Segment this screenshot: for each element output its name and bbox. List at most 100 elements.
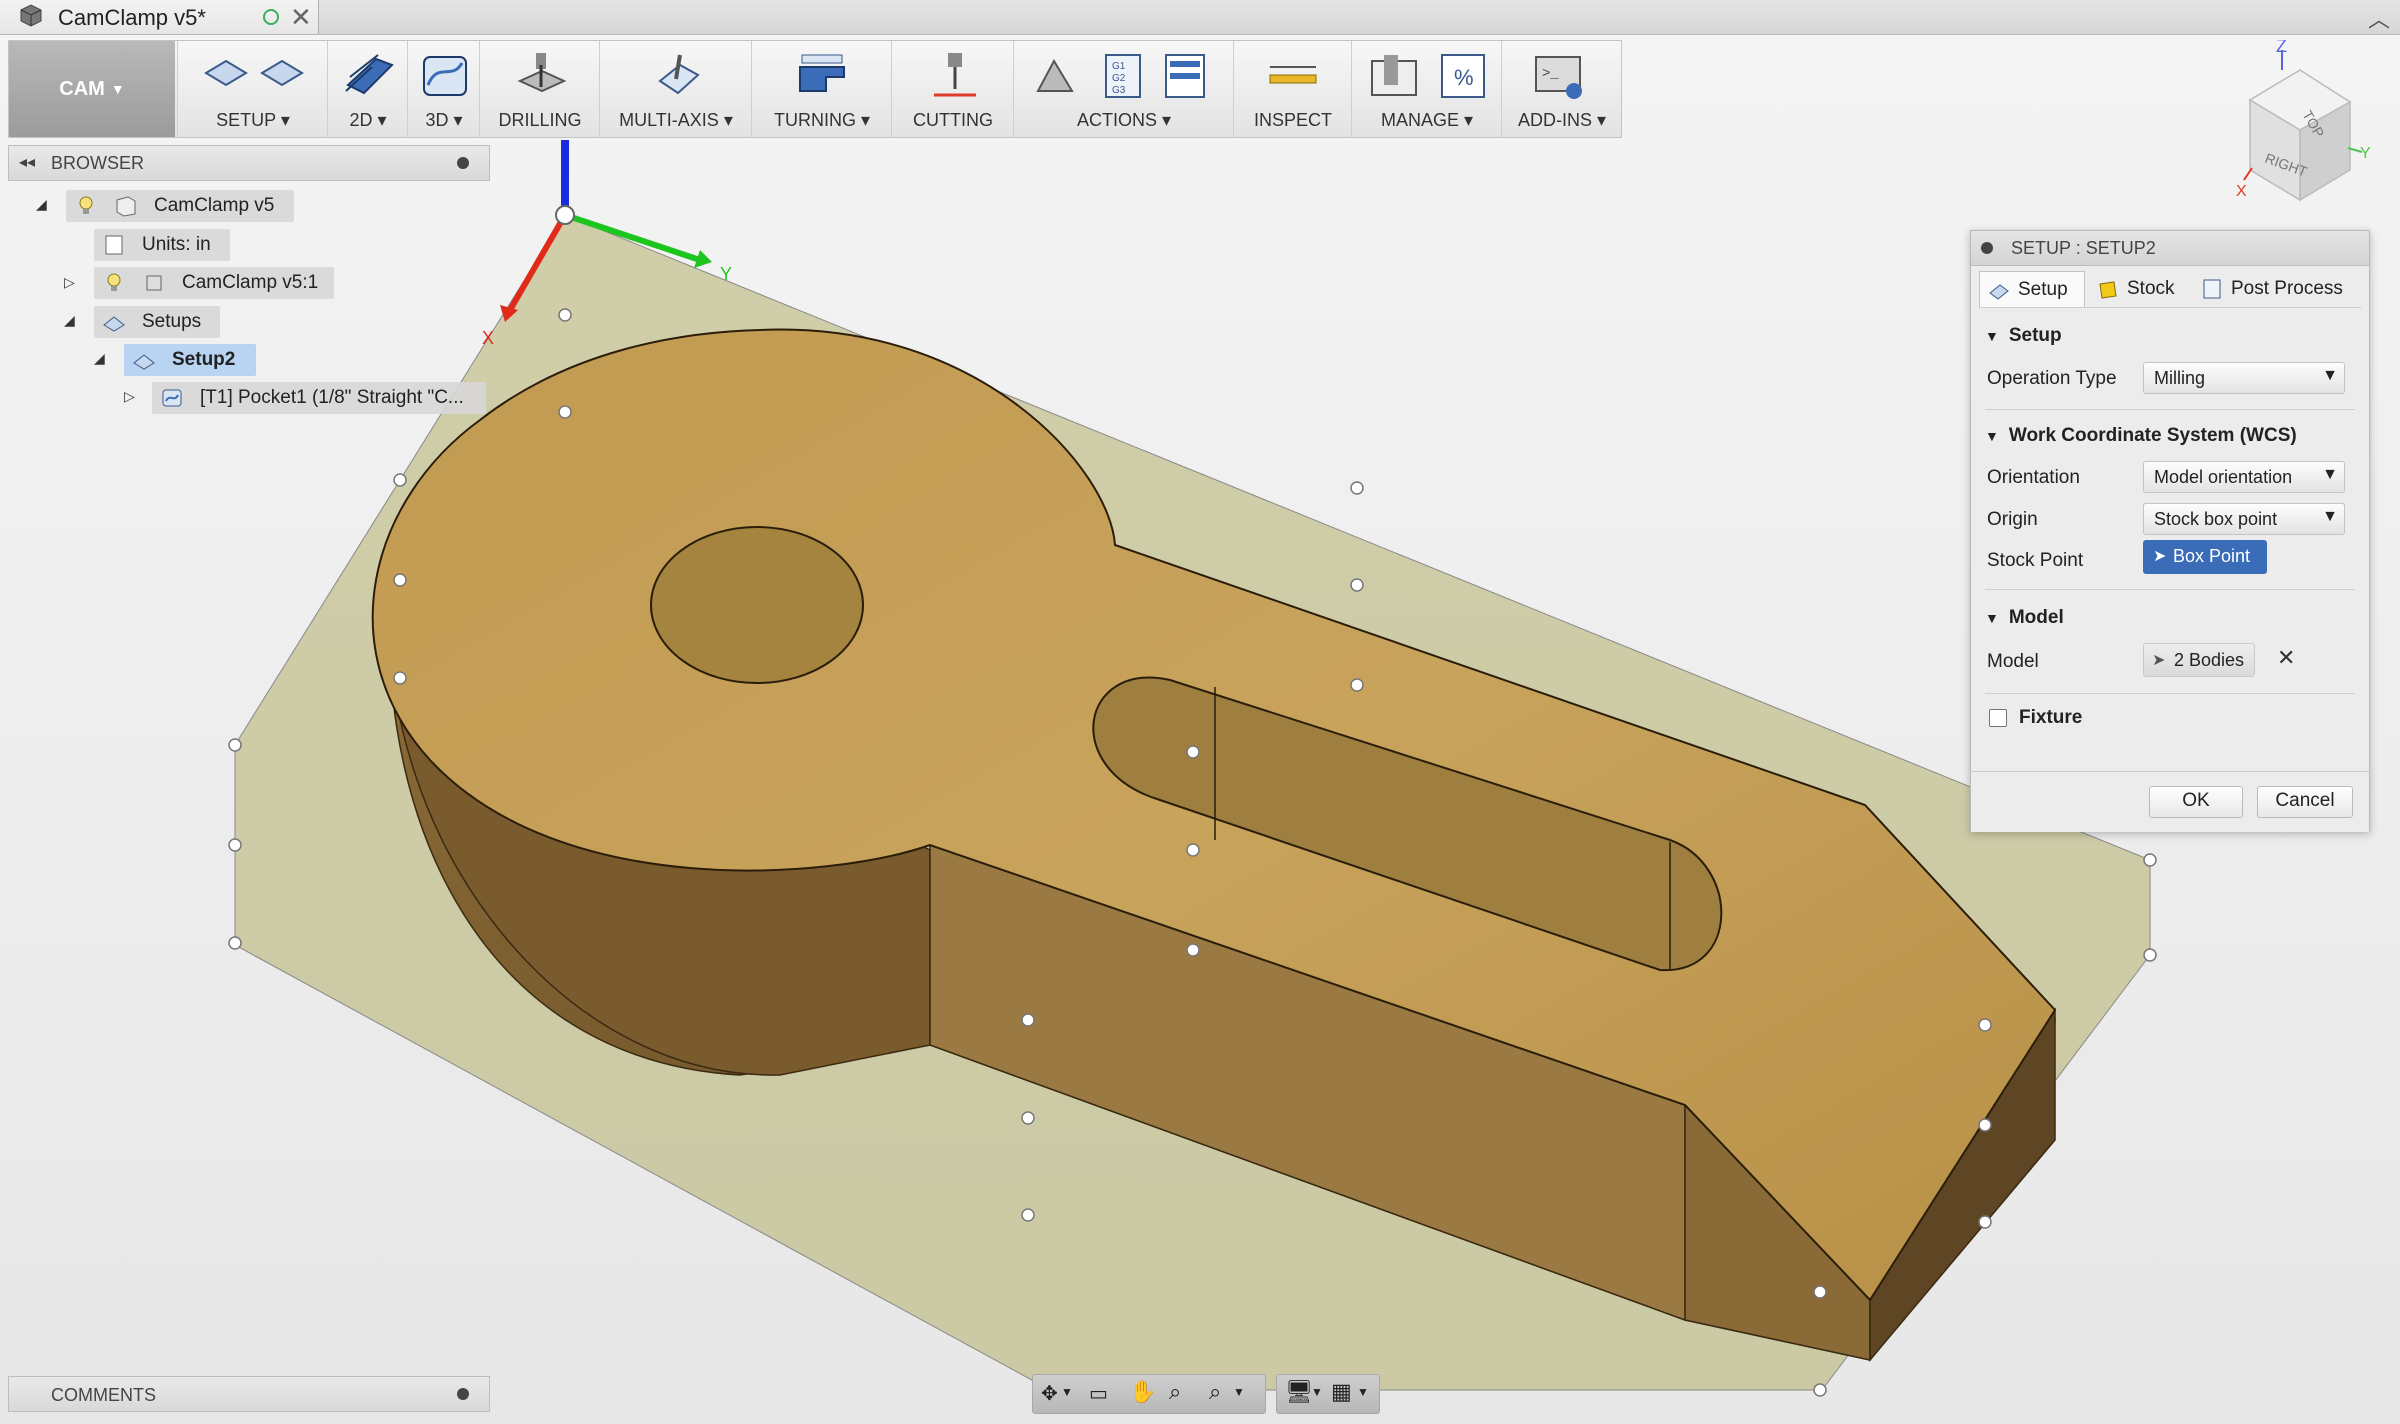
origin-value: Stock box point: [2154, 509, 2278, 529]
add-ins-group[interactable]: >_ ADD-INS ▾: [1501, 41, 1622, 137]
operation-type-value: Milling: [2154, 368, 2206, 388]
expand-toggle-icon[interactable]: ▷: [64, 274, 75, 291]
expand-toggle-icon[interactable]: ◢: [94, 350, 105, 367]
browser-item-label: [T1] Pocket1 (1/8" Straight "C...: [200, 387, 464, 408]
3d-milling-icon: [423, 56, 467, 96]
actions-group[interactable]: G1 G2 G3 ACTIONS ▾: [1013, 41, 1234, 137]
browser-item-label: Setup2: [172, 349, 236, 370]
add-ins-label: ADD-INS ▾: [1517, 110, 1607, 130]
fixture-checkbox[interactable]: [1989, 709, 2007, 727]
collapse-triangle-icon: ▼: [1985, 428, 1999, 444]
setups-folder-icon: [103, 316, 125, 332]
grid-settings-icon[interactable]: ▦: [1331, 1379, 1352, 1405]
model-bodies-selection[interactable]: ➤ 2 Bodies: [2143, 643, 2255, 677]
bore-hole[interactable]: [650, 526, 864, 684]
dropdown-arrow-icon[interactable]: ▼: [1311, 1385, 1323, 1399]
section-divider: [1985, 693, 2355, 694]
origin-select[interactable]: Stock box point ▼: [2143, 503, 2345, 535]
orbit-icon[interactable]: ✥: [1041, 1381, 1058, 1406]
section-wcs-label: Work Coordinate System (WCS): [2008, 425, 2297, 446]
ok-button[interactable]: OK: [2149, 786, 2243, 818]
browser-title: BROWSER: [51, 153, 145, 173]
panel-options-icon[interactable]: [457, 1388, 469, 1400]
clear-selection-icon[interactable]: ✕: [2277, 645, 2295, 671]
dropdown-arrow-icon: ▼: [2322, 367, 2338, 384]
collapse-panel-icon[interactable]: ◂◂: [19, 152, 35, 172]
manage-group[interactable]: % MANAGE ▾: [1351, 41, 1502, 137]
dropdown-arrow-icon: ▼: [110, 81, 125, 97]
section-setup-header[interactable]: ▼ Setup: [1985, 325, 2062, 347]
orientation-label: Orientation: [1987, 467, 2080, 488]
dropdown-arrow-icon[interactable]: ▼: [1061, 1385, 1073, 1399]
pan-hand-icon[interactable]: ✋: [1129, 1379, 1156, 1405]
expand-toggle-icon[interactable]: ◢: [64, 312, 75, 329]
browser-item-setup2[interactable]: Setup2: [124, 344, 256, 376]
dialog-title-bar[interactable]: SETUP : SETUP2: [1971, 231, 2369, 266]
panel-options-icon[interactable]: [457, 157, 469, 169]
fixture-label: Fixture: [2019, 707, 2083, 728]
section-model-header[interactable]: ▼ Model: [1985, 607, 2064, 629]
svg-text:>_: >_: [1542, 66, 1559, 82]
turning-group[interactable]: TURNING ▾: [751, 41, 892, 137]
cursor-select-icon: ➤: [2152, 652, 2166, 669]
viewcube-y-label: Y: [2360, 145, 2371, 162]
browser-item-label: Units: in: [142, 234, 211, 255]
setup-label: SETUP ▾: [216, 110, 290, 130]
fit-zoom-icon[interactable]: ⌕: [1209, 1379, 1221, 1405]
orientation-select[interactable]: Model orientation ▼: [2143, 461, 2345, 493]
operation-type-select[interactable]: Milling ▼: [2143, 362, 2345, 394]
collapse-triangle-icon: ▼: [1985, 610, 1999, 626]
3d-group[interactable]: 3D ▾: [407, 41, 480, 137]
inspect-icon: [1269, 66, 1317, 84]
manage-icons: %: [1371, 54, 1485, 98]
display-settings-icon[interactable]: 🖥: [1285, 1379, 1313, 1405]
drilling-group[interactable]: DRILLING: [479, 41, 600, 137]
tab-setup[interactable]: Setup: [1979, 271, 2085, 307]
dialog-options-icon[interactable]: [1981, 242, 1993, 254]
dropdown-arrow-icon[interactable]: ▼: [1233, 1385, 1245, 1399]
browser-item-document[interactable]: CamClamp v5: [66, 190, 294, 222]
navigation-tools: ✥ ▼ ▭ ✋ ⌕ ⌕ ▼: [1032, 1374, 1266, 1414]
document-tab[interactable]: CamClamp v5* ✕: [0, 0, 319, 34]
comments-panel-header[interactable]: COMMENTS: [8, 1376, 490, 1412]
expand-toggle-icon[interactable]: ◢: [36, 196, 47, 213]
collapse-chevron-icon[interactable]: ︿: [2368, 2, 2390, 34]
expand-toggle-icon[interactable]: ▷: [124, 388, 135, 405]
browser-item-component[interactable]: CamClamp v5:1: [94, 267, 334, 299]
section-wcs-header[interactable]: ▼ Work Coordinate System (WCS): [1985, 425, 2297, 447]
body-icon: [146, 275, 162, 291]
pocket-operation-icon: [162, 389, 182, 407]
cancel-button[interactable]: Cancel: [2257, 786, 2353, 818]
tab-stock[interactable]: Stock: [2089, 271, 2189, 307]
2d-milling-icon: [345, 54, 394, 95]
dropdown-arrow-icon[interactable]: ▼: [1357, 1385, 1369, 1399]
add-ins-icon: >_: [1535, 56, 1582, 99]
box-point-button[interactable]: ➤ Box Point: [2143, 540, 2267, 574]
setup-group[interactable]: SETUP ▾: [177, 41, 328, 137]
multi-axis-group[interactable]: MULTI-AXIS ▾: [599, 41, 752, 137]
inspect-group[interactable]: INSPECT: [1233, 41, 1352, 137]
zoom-icon[interactable]: ⌕: [1169, 1379, 1181, 1405]
2d-label: 2D ▾: [349, 110, 387, 130]
section-divider: [1985, 409, 2355, 410]
model-bodies-value: 2 Bodies: [2174, 650, 2245, 670]
stock-tab-icon: [2099, 281, 2117, 299]
browser-item-units[interactable]: Units: in: [94, 229, 230, 261]
look-at-icon[interactable]: ▭: [1089, 1381, 1108, 1406]
tab-post-process[interactable]: Post Process: [2193, 271, 2363, 307]
workspace-switcher-button[interactable]: CAM ▼: [9, 41, 175, 137]
setup-tab-icon: [1989, 283, 2009, 300]
browser-panel-header[interactable]: ◂◂ BROWSER: [8, 145, 490, 181]
drilling-label: DRILLING: [498, 110, 582, 130]
2d-group[interactable]: 2D ▾: [327, 41, 408, 137]
section-divider: [1985, 589, 2355, 590]
cutting-group[interactable]: CUTTING: [891, 41, 1014, 137]
close-tab-icon[interactable]: ✕: [290, 2, 312, 33]
post-process-tab-icon: [2203, 279, 2221, 299]
browser-item-label: CamClamp v5: [154, 195, 275, 216]
browser-item-operation[interactable]: [T1] Pocket1 (1/8" Straight "C...: [152, 382, 486, 414]
view-cube[interactable]: Z TOP RIGHT Y X: [2220, 40, 2390, 210]
tab-setup-label: Setup: [2018, 278, 2068, 300]
browser-item-setups[interactable]: Setups: [94, 306, 220, 338]
svg-text:G1: G1: [1112, 61, 1126, 72]
